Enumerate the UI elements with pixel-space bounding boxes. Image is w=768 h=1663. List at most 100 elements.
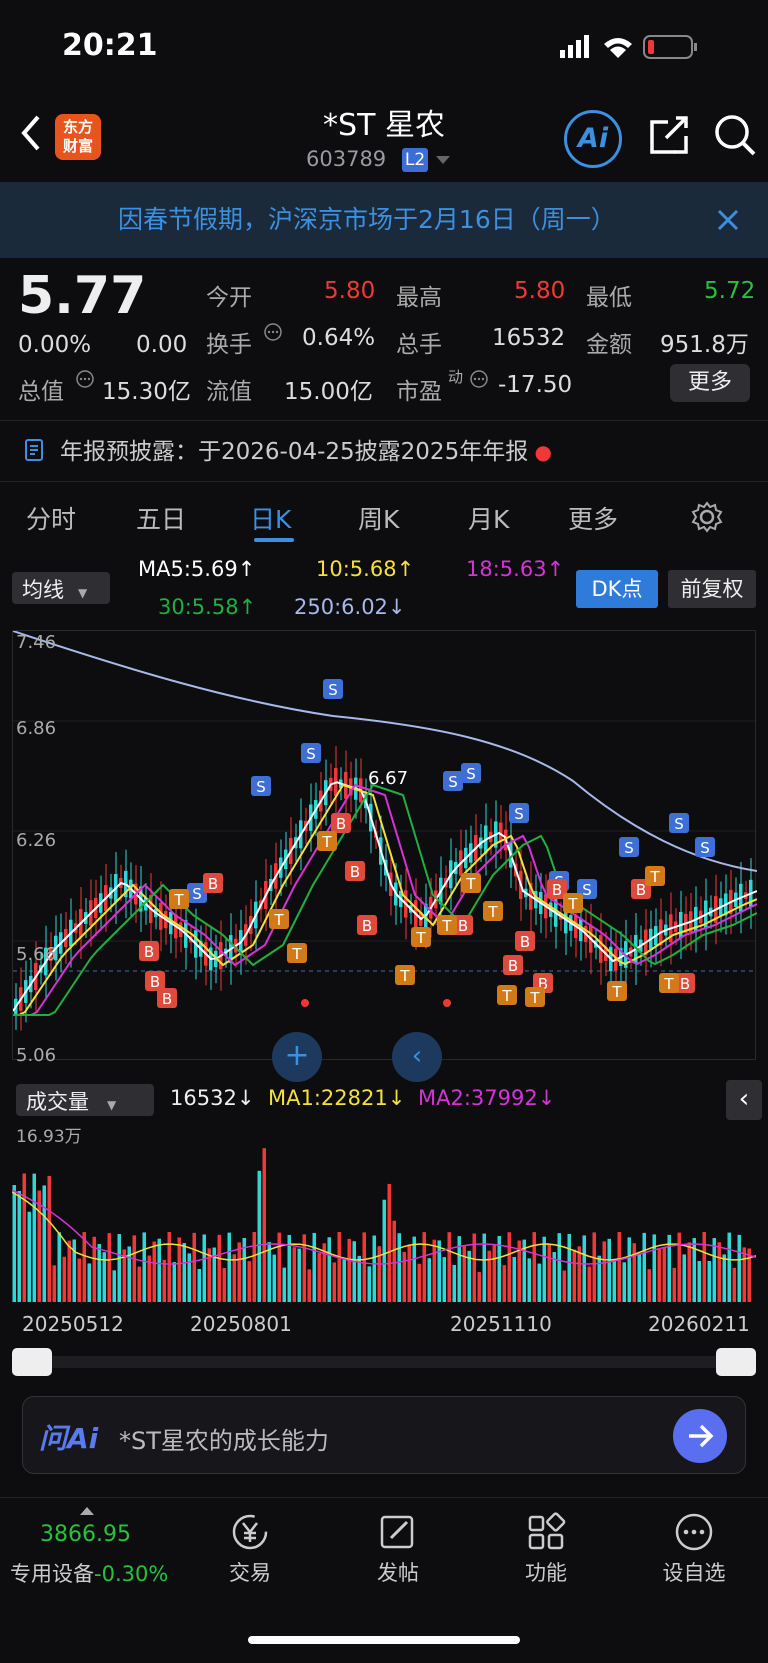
- tab-5day[interactable]: 五日: [136, 500, 186, 536]
- chevron-up-icon: [80, 1507, 94, 1515]
- volume-bar: [727, 1232, 731, 1302]
- signal-marker-label: T: [663, 975, 674, 993]
- volume-bar: [627, 1237, 631, 1302]
- index-value[interactable]: 3866.95: [40, 1522, 131, 1547]
- signal-marker-label: T: [529, 989, 540, 1007]
- signal-marker-label: S: [514, 805, 524, 823]
- status-time: 20:21: [62, 28, 158, 63]
- signal-marker-label: B: [150, 973, 160, 991]
- share-icon[interactable]: [646, 112, 692, 158]
- scroll-left-button[interactable]: ‹: [392, 1032, 442, 1082]
- ma18-text: 18:5.63: [466, 557, 547, 581]
- range-handle-right[interactable]: [716, 1348, 756, 1376]
- volume-bar: [387, 1183, 391, 1302]
- volume-bar: [637, 1253, 641, 1302]
- signal-marker-label: T: [273, 911, 284, 929]
- tab-more[interactable]: 更多: [568, 500, 618, 536]
- signal-marker-label: T: [173, 891, 184, 909]
- y-label-3: 5.66: [16, 944, 57, 965]
- volume-bar: [177, 1237, 181, 1302]
- volume-bar: [47, 1175, 51, 1302]
- high-label: 最高: [396, 285, 442, 311]
- volume-bar: [402, 1251, 406, 1302]
- volume-bar: [427, 1258, 431, 1302]
- volume-bar: [622, 1262, 626, 1302]
- nav-function[interactable]: 功能: [486, 1512, 606, 1587]
- tab-intraday[interactable]: 分时: [26, 500, 76, 536]
- volume-bar: [347, 1238, 351, 1302]
- dk-point-button[interactable]: DK点: [576, 570, 658, 608]
- ma-selector[interactable]: 均线 ▼: [12, 572, 110, 604]
- signal-marker-label: T: [649, 868, 660, 886]
- nav-watchlist[interactable]: 设自选: [634, 1512, 754, 1587]
- volume-selector-label: 成交量: [26, 1090, 89, 1114]
- index-change: -0.30%: [94, 1562, 169, 1586]
- ma250-text: 250:6.02: [294, 595, 388, 619]
- document-icon: [25, 439, 43, 461]
- send-button[interactable]: [673, 1409, 727, 1463]
- signal-marker-label: S: [674, 815, 684, 833]
- yen-icon: [232, 1514, 268, 1550]
- nav-post-label: 发帖: [377, 1561, 419, 1585]
- volume-value: 16532: [492, 325, 566, 351]
- volume-bar: [712, 1238, 716, 1302]
- ask-ai-brand: 问Ai: [39, 1422, 99, 1455]
- zoom-in-button[interactable]: +: [272, 1032, 322, 1082]
- ma10-line: [13, 783, 758, 1016]
- volume-bar: [257, 1170, 261, 1302]
- signal-marker-label: T: [321, 833, 332, 851]
- volume-bar: [662, 1247, 666, 1302]
- kline-chart[interactable]: SSSSSSSSSSSSBBBBBBBBBBBBBBTTTTTTTTTTTTTT…: [12, 630, 758, 1060]
- signal-marker-label: S: [700, 839, 710, 857]
- chevron-down-icon[interactable]: [436, 156, 450, 166]
- more-button[interactable]: 更多: [670, 364, 750, 402]
- volume-bar: [157, 1238, 161, 1302]
- info-icon[interactable]: [470, 370, 488, 388]
- volume-bar: [32, 1173, 36, 1302]
- volume-bar: [647, 1269, 651, 1302]
- adjust-button[interactable]: 前复权: [668, 570, 756, 608]
- volume-bar: [527, 1258, 531, 1302]
- status-bar: 20:21: [0, 0, 768, 95]
- y-label-2: 6.26: [16, 830, 57, 851]
- gear-icon[interactable]: [690, 500, 724, 534]
- level2-badge[interactable]: L2: [402, 148, 428, 172]
- range-handle-left[interactable]: [12, 1348, 52, 1376]
- nav-post[interactable]: 发帖: [338, 1512, 458, 1587]
- info-icon[interactable]: [264, 323, 282, 341]
- volume-selector[interactable]: 成交量 ▼: [16, 1084, 154, 1116]
- signal-marker-label: B: [208, 875, 218, 893]
- ma250-value: 250:6.02↓: [294, 595, 406, 619]
- volume-bar: [462, 1245, 466, 1302]
- search-icon[interactable]: [712, 112, 758, 158]
- tab-monthly-k[interactable]: 月K: [468, 500, 509, 536]
- nav-trade[interactable]: 交易: [190, 1512, 310, 1587]
- candle-body: [499, 822, 503, 842]
- volume-bar: [567, 1233, 571, 1302]
- y-label-top: 7.46: [16, 632, 57, 653]
- tab-daily-k[interactable]: 日K: [250, 500, 291, 536]
- volume-bar: [27, 1211, 31, 1302]
- tab-weekly-k[interactable]: 周K: [358, 500, 399, 536]
- notice-text: 因春节假期，沪深京市场于2月16日（周一）: [118, 205, 616, 234]
- info-icon[interactable]: [76, 370, 94, 388]
- ask-ai-box[interactable]: 问Ai *ST星农的成长能力: [22, 1396, 746, 1474]
- mktcap-label: 总值: [18, 379, 64, 405]
- ai-button[interactable]: Ai: [564, 110, 622, 168]
- volume-bar: [732, 1267, 736, 1302]
- ma30-value: 30:5.58↑: [158, 595, 257, 619]
- volume-bar: [137, 1266, 141, 1302]
- volume-bar: [307, 1269, 311, 1302]
- volume-bar: [447, 1232, 451, 1302]
- close-icon[interactable]: [716, 208, 740, 232]
- volume-bar: [52, 1265, 56, 1302]
- annual-report-notice[interactable]: 年报预披露：于2026-04-25披露2025年年报 ●: [0, 420, 768, 482]
- amount-value: 951.8万: [660, 332, 749, 358]
- holiday-notice[interactable]: 因春节假期，沪深京市场于2月16日（周一）: [0, 182, 768, 258]
- volume-bar: [22, 1173, 26, 1302]
- volume-bar: [667, 1234, 671, 1302]
- index-name[interactable]: 专用设备-0.30%: [10, 1558, 168, 1588]
- signal-marker-label: T: [567, 895, 578, 913]
- collapse-button[interactable]: ‹: [726, 1080, 762, 1120]
- signal-marker-label: T: [465, 875, 476, 893]
